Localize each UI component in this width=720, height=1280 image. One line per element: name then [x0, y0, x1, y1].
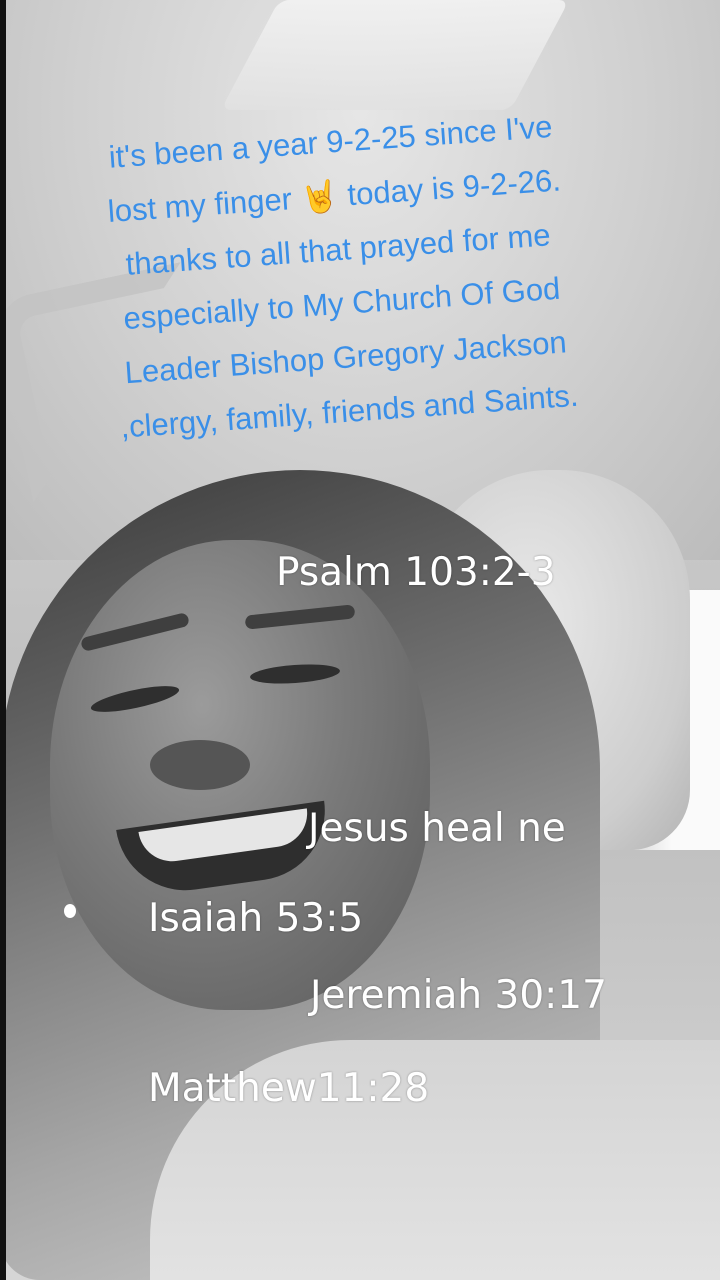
- jeremiah-overlay: Jeremiah 30:17: [310, 973, 607, 1018]
- nose: [150, 740, 250, 790]
- earring: [64, 904, 76, 918]
- frame-edge: [0, 0, 6, 1280]
- selfie-photo: it's been a year 9-2-25 since I've lost …: [0, 0, 720, 1280]
- matthew-overlay: Matthew11:28: [148, 1066, 430, 1111]
- caption-text: it's been a year 9-2-25 since I've lost …: [106, 108, 580, 445]
- isaiah-overlay: Isaiah 53:5: [148, 896, 364, 941]
- dome-light: [220, 0, 570, 110]
- psalm-overlay: Psalm 103:2-3: [276, 550, 556, 595]
- prayer-overlay: Jesus heal ne: [308, 806, 566, 851]
